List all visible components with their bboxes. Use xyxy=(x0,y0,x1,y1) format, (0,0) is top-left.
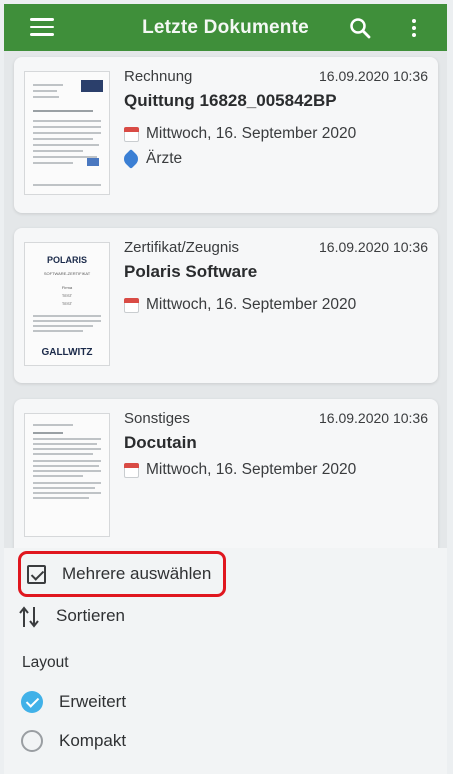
document-date: 16.09.2020 10:36 xyxy=(319,68,428,84)
sort-arrows-icon xyxy=(18,605,40,628)
document-thumbnail xyxy=(24,71,110,195)
document-date: 16.09.2020 10:36 xyxy=(319,239,428,255)
document-date: 16.09.2020 10:36 xyxy=(319,410,428,426)
thumb-logo-text: GALLWITZ xyxy=(41,347,93,358)
document-category: Sonstiges xyxy=(124,410,190,427)
document-tag: Ärzte xyxy=(146,150,183,167)
checkbox-icon xyxy=(27,564,46,584)
radio-unchecked-icon xyxy=(21,730,43,752)
document-category: Zertifikat/Zeugnis xyxy=(124,239,240,256)
document-day: Mittwoch, 16. September 2020 xyxy=(146,461,357,478)
sort-option[interactable]: Sortieren xyxy=(18,602,125,630)
thumb-text: Firma xyxy=(61,285,73,290)
thumb-logo-text: POLARIS xyxy=(46,255,87,265)
document-card[interactable]: Rechnung 16.09.2020 10:36 Quittung 16828… xyxy=(14,57,438,213)
document-card[interactable]: POLARIS SOFTWARE-ZERTIFIKAT Firma TEST T… xyxy=(14,228,438,383)
layout-option-erweitert[interactable]: Erweitert xyxy=(21,688,126,716)
search-icon[interactable] xyxy=(349,17,371,39)
multi-select-label: Mehrere auswählen xyxy=(62,564,212,583)
multi-select-option[interactable]: Mehrere auswählen xyxy=(18,551,226,597)
document-day-row: Mittwoch, 16. September 2020 xyxy=(124,461,356,479)
document-thumbnail: POLARIS SOFTWARE-ZERTIFIKAT Firma TEST T… xyxy=(24,242,110,366)
calendar-icon xyxy=(124,297,139,313)
tag-icon xyxy=(121,149,141,169)
document-day-row: Mittwoch, 16. September 2020 xyxy=(124,125,356,143)
layout-option-kompakt[interactable]: Kompakt xyxy=(21,727,126,755)
options-bottom-sheet: Mehrere auswählen Sortieren Layout Erwei… xyxy=(4,548,447,774)
thumb-text: TEST xyxy=(61,301,73,306)
layout-heading: Layout xyxy=(22,654,69,671)
document-day-row: Mittwoch, 16. September 2020 xyxy=(124,296,356,314)
document-list: Rechnung 16.09.2020 10:36 Quittung 16828… xyxy=(4,51,447,548)
document-title: Polaris Software xyxy=(124,262,258,281)
radio-checked-icon xyxy=(21,691,43,713)
document-category: Rechnung xyxy=(124,68,193,85)
document-title: Docutain xyxy=(124,433,197,452)
more-vertical-icon[interactable] xyxy=(409,17,419,39)
calendar-icon xyxy=(124,462,139,478)
layout-option-label: Erweitert xyxy=(59,692,127,711)
sort-label: Sortieren xyxy=(56,606,125,625)
document-tag-row: Ärzte xyxy=(121,149,183,169)
app-bar: Letzte Dokumente xyxy=(4,4,447,51)
calendar-icon xyxy=(124,126,139,142)
document-title: Quittung 16828_005842BP xyxy=(124,91,337,110)
document-day: Mittwoch, 16. September 2020 xyxy=(146,296,357,313)
layout-option-label: Kompakt xyxy=(59,731,127,750)
document-thumbnail xyxy=(24,413,110,537)
page-title: Letzte Dokumente xyxy=(142,17,309,38)
thumb-text: TEST xyxy=(61,293,73,298)
document-card[interactable]: Sonstiges 16.09.2020 10:36 Docutain Mitt… xyxy=(14,399,438,548)
thumb-text: SOFTWARE-ZERTIFIKAT xyxy=(43,271,91,276)
document-day: Mittwoch, 16. September 2020 xyxy=(146,125,357,142)
